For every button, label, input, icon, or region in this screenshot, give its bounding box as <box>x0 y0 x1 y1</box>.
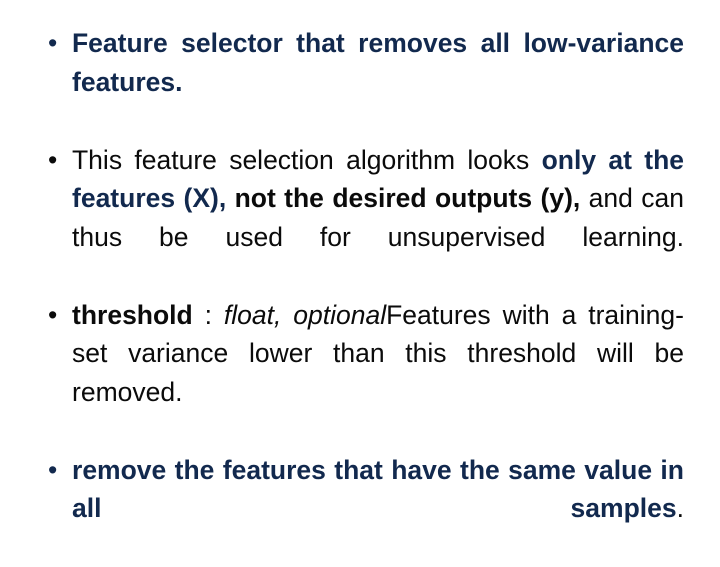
bullet-list: • Feature selector that removes all low-v… <box>36 24 684 567</box>
bullet-feature-selection-algorithm: • This feature selection algorithm looks … <box>36 141 684 295</box>
text-run: remove the features that have the same v… <box>72 454 684 524</box>
bullet-point-icon: • <box>48 28 58 58</box>
text-run: This feature selection algorithm looks <box>72 144 542 175</box>
text-run: not the desired outputs (y), <box>226 183 581 213</box>
text-run: : <box>192 299 224 330</box>
slide-canvas: • Feature selector that removes all low-v… <box>0 0 720 540</box>
text-run: . <box>676 493 684 523</box>
bullet-point-icon: • <box>48 454 58 485</box>
bullet-point-icon: • <box>48 144 58 175</box>
bullet-threshold: • threshold : float, optionalFeatures wit… <box>36 296 684 450</box>
text-run: threshold <box>72 299 193 330</box>
text-run: Feature selector that removes all low-va… <box>72 28 684 97</box>
bullet-point-icon: • <box>48 299 58 330</box>
bullet-remove-same-value: • remove the features that have the same … <box>36 451 684 567</box>
text-run: float, optional <box>223 299 387 330</box>
bullet-feature-selector: • Feature selector that removes all low-v… <box>36 24 684 140</box>
